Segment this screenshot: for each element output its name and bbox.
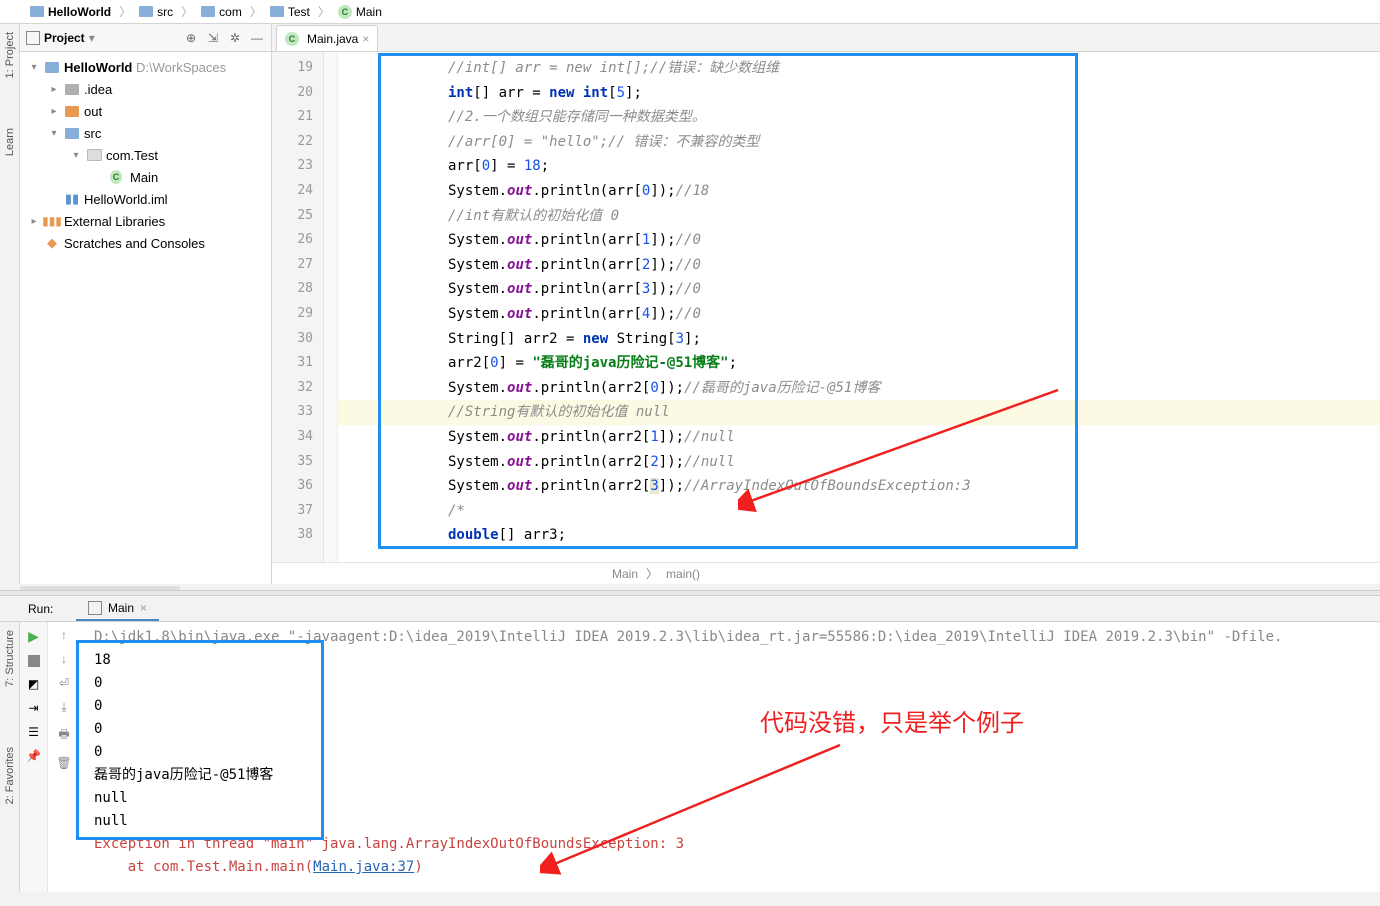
run-label: Run: <box>28 602 53 616</box>
trash-icon[interactable]: 🗑 <box>56 756 71 770</box>
exit-icon[interactable]: ⇥ <box>28 701 38 715</box>
expand-icon[interactable]: ⇲ <box>205 30 221 46</box>
hide-icon[interactable]: — <box>249 30 265 46</box>
project-tool-window: Project ▾ ⊕ ⇲ ✲ — ▾HelloWorld D:\WorkSpa… <box>20 24 272 584</box>
sidebar-project[interactable]: 1: Project <box>4 32 16 78</box>
crumb-root[interactable]: HelloWorld <box>24 5 117 19</box>
tool-window-bar-left: 1: Project Learn <box>0 24 20 584</box>
breadcrumb-bar: HelloWorld 〉 src 〉 com 〉 Test 〉 CMain <box>0 0 1380 24</box>
stop-icon[interactable] <box>28 655 40 667</box>
run-tab[interactable]: Main × <box>76 597 159 621</box>
up-icon[interactable]: ↑ <box>61 628 67 642</box>
print-icon[interactable]: 🖶 <box>58 725 69 746</box>
editor: CMain.java × 192021222324252627282930313… <box>272 24 1380 584</box>
crumb-test[interactable]: Test <box>264 5 316 19</box>
sidebar-structure[interactable]: 7: Structure <box>4 630 16 687</box>
scroll-icon[interactable]: ⤓ <box>61 700 66 715</box>
crumb-com[interactable]: com <box>195 5 248 19</box>
gutter[interactable]: 1920212223242526272829303132333435363738 <box>272 52 324 562</box>
locate-icon[interactable]: ⊕ <box>183 30 199 46</box>
console[interactable]: D:\jdk1.8\bin\java.exe "-javaagent:D:\id… <box>80 622 1380 892</box>
pin-icon[interactable]: 📌 <box>26 749 41 763</box>
settings-icon[interactable]: ✲ <box>227 30 243 46</box>
sidebar-favorites[interactable]: 2: Favorites <box>4 747 16 804</box>
sidebar-learn[interactable]: Learn <box>4 128 16 156</box>
code[interactable]: //int[] arr = new int[];//错误：缺少数组维 int[]… <box>338 52 1380 562</box>
panel-title[interactable]: Project ▾ <box>26 31 183 45</box>
wrap-icon[interactable]: ⏎ <box>59 676 69 690</box>
project-tree[interactable]: ▾HelloWorld D:\WorkSpaces ▸.idea ▸out ▾s… <box>20 52 271 258</box>
camera-icon[interactable]: ◩ <box>28 677 39 691</box>
run-tool-window: Run: Main × 7: Structure 2: Favorites ▶ … <box>0 596 1380 892</box>
down-icon[interactable]: ↓ <box>61 652 67 666</box>
layout-icon[interactable]: ☰ <box>28 725 39 739</box>
close-icon[interactable]: × <box>362 32 369 46</box>
editor-breadcrumb[interactable]: Main〉main() <box>272 562 1380 584</box>
crumb-main[interactable]: CMain <box>332 5 388 19</box>
annotation-text: 代码没错，只是举个例子 <box>760 712 1024 735</box>
close-icon[interactable]: × <box>140 601 147 615</box>
crumb-src[interactable]: src <box>133 5 179 19</box>
run-toolbar: ▶ ◩ ⇥ ☰ 📌 <box>20 622 48 892</box>
rerun-icon[interactable]: ▶ <box>28 628 39 645</box>
editor-tab[interactable]: CMain.java × <box>276 25 378 51</box>
